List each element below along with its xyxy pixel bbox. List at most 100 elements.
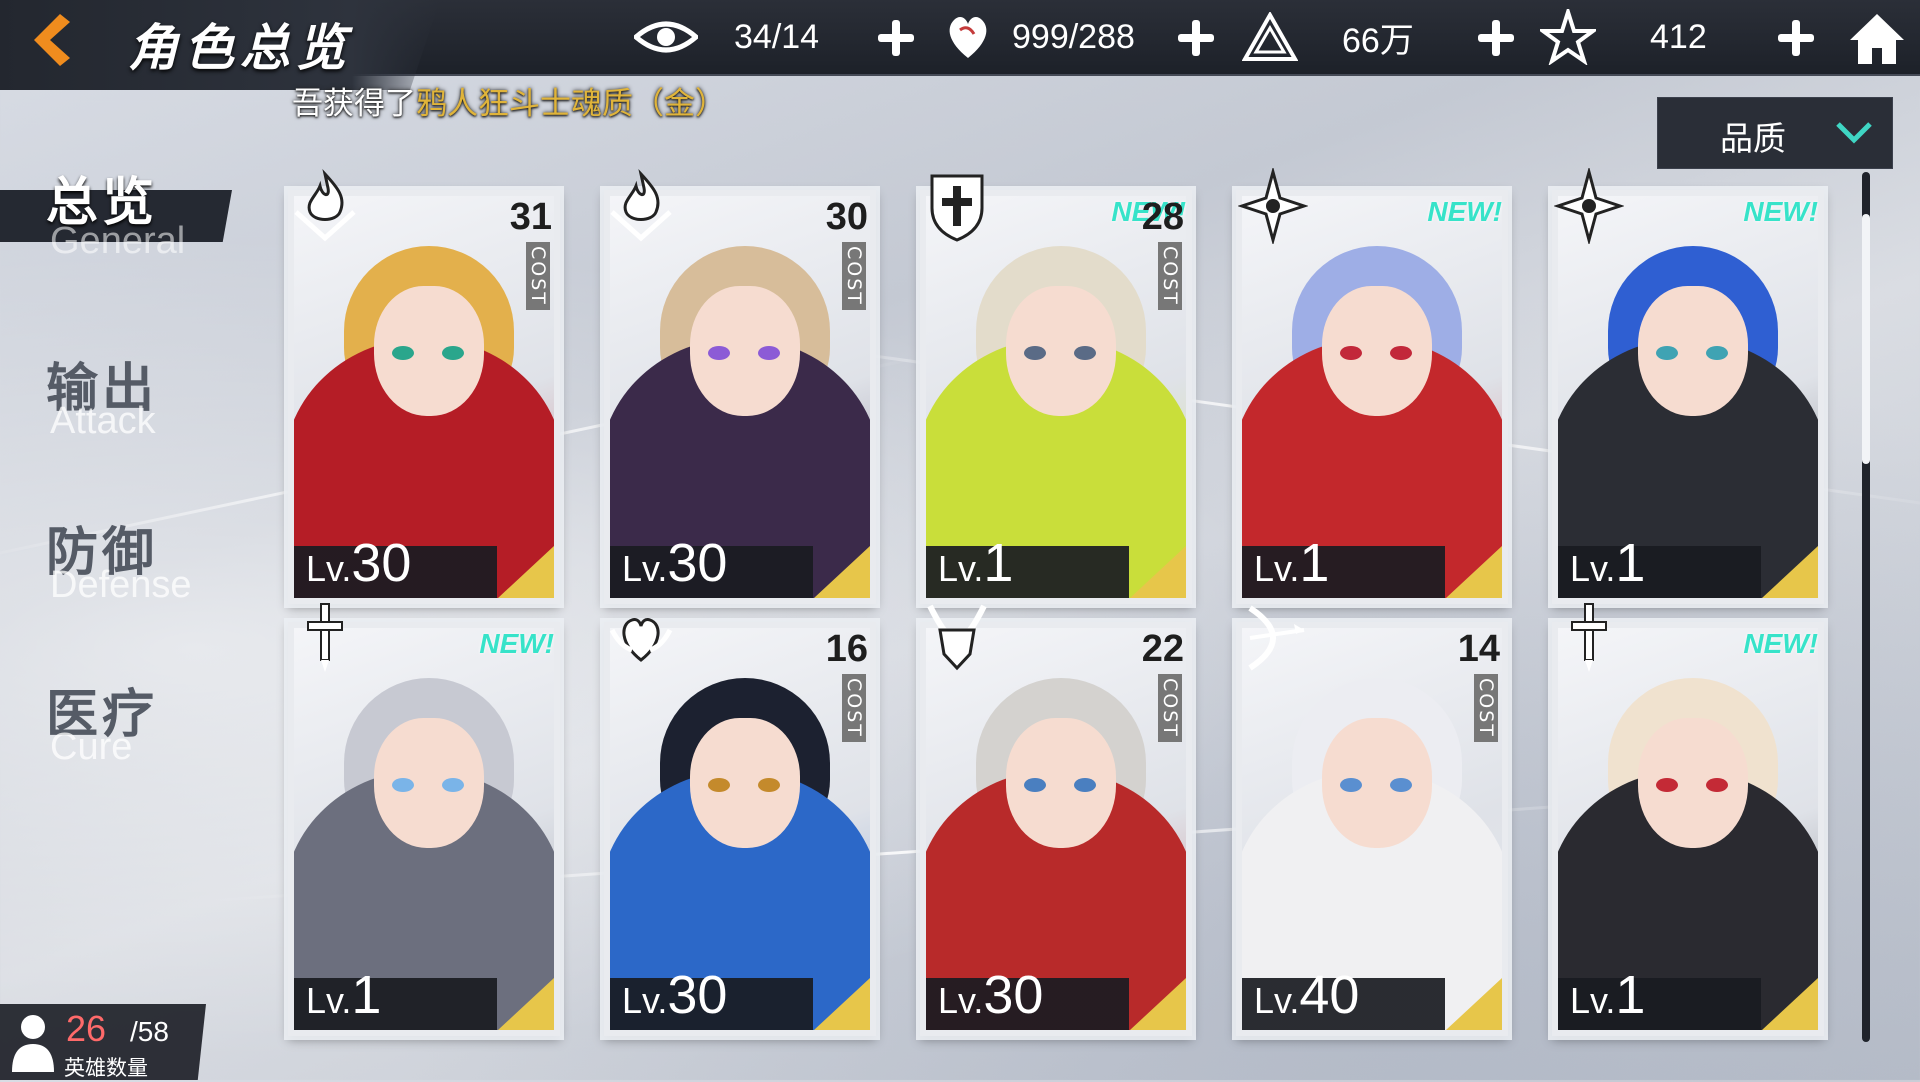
level-prefix: Lv.	[622, 980, 668, 1021]
add-eye-button[interactable]	[874, 16, 918, 60]
sort-dropdown[interactable]: 品质	[1657, 97, 1893, 169]
hero-count-panel: 26 /58 英雄数量	[0, 1004, 206, 1080]
cost-value: 31	[509, 196, 552, 238]
new-badge: NEW!	[1743, 628, 1818, 659]
character-card[interactable]: NEW! Lv.1	[1552, 166, 1824, 604]
level-label: Lv.1	[1570, 532, 1645, 594]
level-label: Lv.1	[938, 532, 1013, 594]
add-heart-button[interactable]	[1174, 16, 1218, 60]
cost-value: 14	[1457, 628, 1500, 670]
new-badge: NEW!	[479, 628, 554, 659]
hero-count-current: 26	[66, 1008, 107, 1049]
shield-cross-icon	[922, 168, 992, 244]
level-value: 30	[667, 965, 728, 1025]
level-bar: Lv.30	[294, 533, 554, 598]
tab-attack[interactable]: 输出 Attack	[0, 340, 240, 460]
level-value: 30	[983, 965, 1044, 1025]
resource-value: 66万	[1342, 21, 1414, 60]
resource-eye	[634, 0, 698, 74]
cost-indicator: 31 COST	[509, 196, 552, 310]
resource-value: 412	[1650, 17, 1707, 56]
hero-count-label: 英雄数量	[64, 1056, 148, 1080]
cost-label: COST	[1158, 242, 1182, 310]
tab-cure[interactable]: 医疗 Cure	[0, 666, 240, 786]
level-value: 30	[351, 533, 412, 593]
cost-indicator: 14 COST	[1457, 628, 1500, 742]
character-card[interactable]: 31 COST Lv.30	[288, 168, 560, 604]
resource-value: 999/288	[1012, 17, 1135, 56]
level-label: Lv.30	[306, 532, 411, 594]
scrollbar-thumb[interactable]	[1862, 214, 1870, 464]
level-label: Lv.30	[938, 964, 1043, 1026]
level-bar: Lv.1	[1558, 965, 1818, 1030]
character-card[interactable]: NEW! Lv.1	[1552, 603, 1824, 1036]
heart-wings-icon	[606, 600, 676, 676]
tab-sublabel: Attack	[50, 400, 156, 442]
level-label: Lv.1	[1570, 964, 1645, 1026]
cost-label: COST	[526, 242, 550, 310]
level-value: 30	[667, 533, 728, 593]
cost-indicator: 16 COST	[825, 628, 868, 742]
level-bar: Lv.40	[1242, 965, 1502, 1030]
bow-icon	[1238, 600, 1308, 676]
character-card[interactable]: 22 COST Lv.30	[920, 604, 1192, 1036]
sword-icon	[1554, 600, 1624, 676]
level-bar: Lv.30	[610, 533, 870, 598]
level-prefix: Lv.	[1570, 980, 1616, 1021]
character-card[interactable]: 30 COST Lv.30	[604, 168, 876, 604]
level-bar: Lv.1	[294, 965, 554, 1030]
eye-icon	[634, 21, 698, 53]
cost-value: 30	[825, 196, 868, 238]
chevron-down-icon	[1836, 122, 1872, 144]
back-button[interactable]	[22, 10, 82, 70]
sword-icon	[290, 600, 360, 676]
level-bar: Lv.1	[1242, 533, 1502, 598]
level-label: Lv.30	[622, 532, 727, 594]
character-card[interactable]: NEW! Lv.1	[288, 603, 560, 1036]
level-prefix: Lv.	[1254, 548, 1300, 589]
demon-horns-icon	[922, 600, 992, 676]
tab-sublabel: General	[50, 220, 186, 262]
triangle-crystal-icon	[1242, 12, 1298, 61]
character-card[interactable]: 16 COST Lv.30	[604, 618, 876, 1036]
cost-indicator: 22 COST	[1142, 628, 1184, 742]
level-prefix: Lv.	[306, 980, 352, 1021]
star-gem-icon	[1540, 9, 1596, 65]
shuriken-icon	[1553, 166, 1625, 246]
character-card[interactable]: NEW! Lv.1	[1236, 166, 1508, 604]
home-button[interactable]	[1848, 10, 1906, 68]
level-label: Lv.1	[1254, 532, 1329, 594]
level-bar: Lv.1	[926, 533, 1186, 598]
level-prefix: Lv.	[622, 548, 668, 589]
level-label: Lv.1	[306, 964, 381, 1026]
level-value: 1	[1615, 533, 1646, 593]
level-value: 40	[1299, 965, 1360, 1025]
level-prefix: Lv.	[306, 548, 352, 589]
level-value: 1	[1615, 965, 1646, 1025]
acquire-notice: 吾获得了鸦人狂斗士魂质（金）	[292, 86, 726, 122]
cost-value: 16	[825, 628, 868, 670]
cost-label: COST	[842, 674, 866, 742]
character-card[interactable]: 14 COST Lv.40	[1236, 605, 1508, 1036]
tab-general[interactable]: 总览 General	[0, 160, 240, 280]
level-value: 1	[983, 533, 1014, 593]
cost-label: COST	[842, 242, 866, 310]
level-prefix: Lv.	[938, 548, 984, 589]
cost-indicator: 30 COST	[825, 196, 868, 310]
level-value: 1	[1299, 533, 1330, 593]
heart-icon	[949, 17, 987, 58]
tab-sublabel: Defense	[50, 564, 192, 606]
cost-value: 28	[1141, 196, 1184, 238]
resource-heart	[944, 0, 992, 74]
flame-icon	[290, 168, 360, 244]
add-crystal-button[interactable]	[1474, 16, 1518, 60]
sort-dropdown-label: 品质	[1720, 119, 1786, 158]
level-prefix: Lv.	[938, 980, 984, 1021]
new-badge: NEW!	[1427, 196, 1502, 227]
resource-value: 34/14	[734, 17, 820, 56]
tab-defense[interactable]: 防御 Defense	[0, 504, 240, 624]
add-star-button[interactable]	[1774, 16, 1818, 60]
level-value: 1	[351, 965, 382, 1025]
character-card[interactable]: NEW! 28 COST Lv.1	[920, 174, 1192, 604]
chevron-left-icon	[34, 14, 70, 66]
